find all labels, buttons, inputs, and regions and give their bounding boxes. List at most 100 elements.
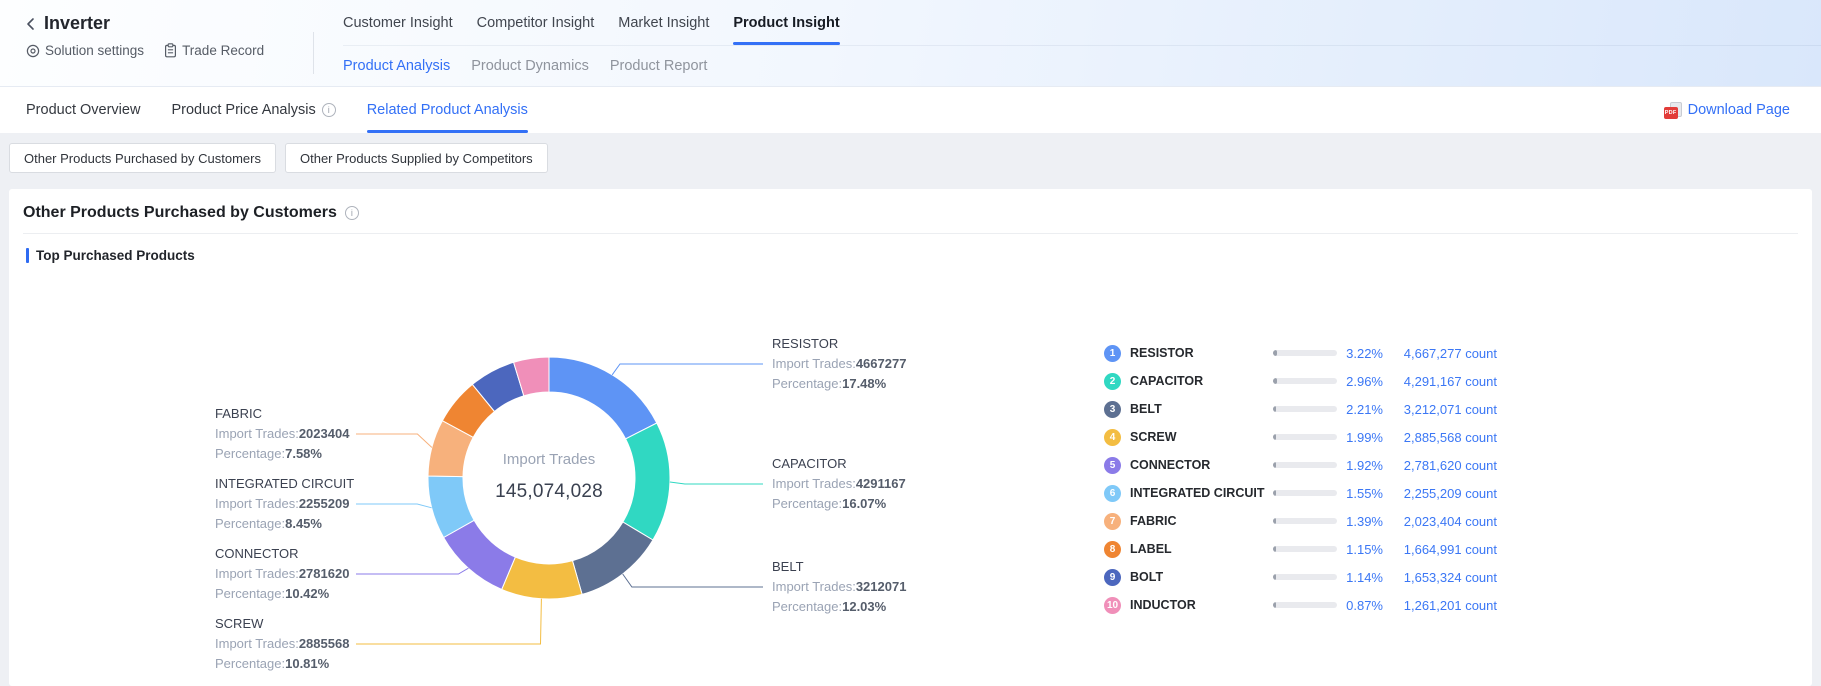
header-divider xyxy=(313,32,314,74)
filter-button-other-products-purchased-by-customers[interactable]: Other Products Purchased by Customers xyxy=(9,143,276,173)
secondary-tab-related-product-analysis[interactable]: Related Product Analysis xyxy=(367,87,528,133)
ranking-row-label[interactable]: 8LABEL1.15%1,664,991 count xyxy=(1104,535,1497,563)
main-tab-label: Market Insight xyxy=(618,15,709,31)
ranking-row-resistor[interactable]: 1RESISTOR3.22%4,667,277 count xyxy=(1104,339,1497,367)
rank-badge: 8 xyxy=(1104,541,1121,558)
trade-record-button[interactable]: Trade Record xyxy=(164,43,264,58)
ranking-row-screw[interactable]: 4SCREW1.99%2,885,568 count xyxy=(1104,423,1497,451)
sub-tab-product-dynamics[interactable]: Product Dynamics xyxy=(471,58,589,74)
callout-label-connector: CONNECTORImport Trades:2781620Percentage… xyxy=(215,544,465,604)
donut-center-value: 145,074,028 xyxy=(449,481,649,503)
ranking-row-bolt[interactable]: 9BOLT1.14%1,653,324 count xyxy=(1104,563,1497,591)
ranking-row-belt[interactable]: 3BELT2.21%3,212,071 count xyxy=(1104,395,1497,423)
ranking-row-fabric[interactable]: 7FABRIC1.39%2,023,404 count xyxy=(1104,507,1497,535)
callout-import-trades: Import Trades:2255209 xyxy=(215,494,465,514)
clipboard-icon xyxy=(164,43,177,58)
trade-count: 2,255,209 count xyxy=(1383,486,1497,501)
product-name: FABRIC xyxy=(1130,514,1273,528)
callout-label-integrated-circuit: INTEGRATED CIRCUITImport Trades:2255209P… xyxy=(215,474,465,534)
callout-label-fabric: FABRICImport Trades:2023404Percentage:7.… xyxy=(215,404,465,464)
solution-settings-button[interactable]: Solution settings xyxy=(26,43,144,58)
donut-segment-resistor[interactable] xyxy=(549,357,657,439)
callout-product-name: CONNECTOR xyxy=(215,544,465,564)
ranking-row-inductor[interactable]: 10INDUCTOR0.87%1,261,201 count xyxy=(1104,591,1497,619)
page-title: Inverter xyxy=(44,13,110,34)
target-icon xyxy=(26,44,40,58)
filter-button-other-products-supplied-by-competitors[interactable]: Other Products Supplied by Competitors xyxy=(285,143,548,173)
secondary-tab-label: Product Overview xyxy=(26,102,140,118)
main-tab-label: Customer Insight xyxy=(343,15,453,31)
callout-percentage: Percentage:10.81% xyxy=(215,654,465,674)
secondary-tab-label: Related Product Analysis xyxy=(367,102,528,118)
ranking-row-integrated-circuit[interactable]: 6INTEGRATED CIRCUIT1.55%2,255,209 count xyxy=(1104,479,1497,507)
callout-percentage: Percentage:10.42% xyxy=(215,584,465,604)
share-bar-fill xyxy=(1273,350,1277,356)
secondary-tab-product-price-analysis[interactable]: Product Price Analysis i xyxy=(171,87,335,133)
ranking-row-connector[interactable]: 5CONNECTOR1.92%2,781,620 count xyxy=(1104,451,1497,479)
top-header: Inverter Solution settings Trade Record … xyxy=(0,0,1821,87)
callout-product-name: SCREW xyxy=(215,614,465,634)
rank-badge: 3 xyxy=(1104,401,1121,418)
trade-count: 1,653,324 count xyxy=(1383,570,1497,585)
callout-label-screw: SCREWImport Trades:2885568Percentage:10.… xyxy=(215,614,465,674)
share-percentage: 1.55% xyxy=(1337,486,1383,501)
info-icon[interactable]: i xyxy=(322,103,336,117)
trade-count: 2,023,404 count xyxy=(1383,514,1497,529)
main-tab-competitor-insight[interactable]: Competitor Insight xyxy=(477,0,595,45)
rank-badge: 1 xyxy=(1104,345,1121,362)
rank-badge: 5 xyxy=(1104,457,1121,474)
callout-import-trades: Import Trades:2023404 xyxy=(215,424,465,444)
share-bar xyxy=(1273,462,1337,468)
chevron-left-icon xyxy=(26,17,35,31)
main-tab-market-insight[interactable]: Market Insight xyxy=(618,0,709,45)
rank-badge: 4 xyxy=(1104,429,1121,446)
trade-count: 1,664,991 count xyxy=(1383,542,1497,557)
callout-import-trades: Import Trades:2885568 xyxy=(215,634,465,654)
share-percentage: 1.92% xyxy=(1337,458,1383,473)
ranking-list: 1RESISTOR3.22%4,667,277 count 2 CAPACITOR 2… xyxy=(1104,339,1497,619)
header-left: Inverter Solution settings Trade Record xyxy=(0,0,314,86)
main-tab-label: Competitor Insight xyxy=(477,15,595,31)
rank-badge: 9 xyxy=(1104,569,1121,586)
product-name: CAPACITOR xyxy=(1130,374,1273,388)
related-products-card: Other Products Purchased by Customers i … xyxy=(9,189,1812,686)
share-bar-fill xyxy=(1273,546,1276,552)
share-bar-fill xyxy=(1273,462,1276,468)
callout-line-belt xyxy=(623,574,763,587)
ranking-row-capacitor[interactable]: 2CAPACITOR2.96%4,291,167 count xyxy=(1104,367,1497,395)
sub-tab-product-analysis[interactable]: Product Analysis xyxy=(343,58,450,74)
rank-badge: 2 xyxy=(1104,373,1121,390)
back-button[interactable] xyxy=(26,17,35,31)
callout-import-trades: Import Trades:4667277 xyxy=(772,354,1022,374)
main-tab-customer-insight[interactable]: Customer Insight xyxy=(343,0,453,45)
callout-product-name: CAPACITOR xyxy=(772,454,1022,474)
trade-count: 4,667,277 count xyxy=(1383,346,1497,361)
solution-settings-label: Solution settings xyxy=(45,43,144,58)
donut-segment-screw[interactable] xyxy=(502,557,582,599)
share-bar xyxy=(1273,574,1337,580)
section-divider xyxy=(23,233,1798,234)
section-title: Other Products Purchased by Customers xyxy=(23,204,337,222)
pdf-icon: PDF xyxy=(1664,102,1682,119)
share-percentage: 1.14% xyxy=(1337,570,1383,585)
callout-percentage: Percentage:16.07% xyxy=(772,494,1022,514)
secondary-tab-product-overview[interactable]: Product Overview xyxy=(26,87,140,133)
section-info-icon[interactable]: i xyxy=(345,206,359,220)
share-percentage: 1.15% xyxy=(1337,542,1383,557)
download-page-link[interactable]: PDF Download Page xyxy=(1664,102,1790,119)
trade-count: 4,291,167 count xyxy=(1383,374,1497,389)
secondary-nav: Product Overview Product Price Analysis i R… xyxy=(0,87,1821,133)
callout-import-trades: Import Trades:4291167 xyxy=(772,474,1022,494)
share-bar xyxy=(1273,406,1337,412)
sub-tab-product-report[interactable]: Product Report xyxy=(610,58,708,74)
callout-line-resistor xyxy=(612,364,763,375)
share-bar-fill xyxy=(1273,602,1276,608)
donut-segment-belt[interactable] xyxy=(573,522,653,594)
main-tab-product-insight[interactable]: Product Insight xyxy=(733,0,839,45)
share-percentage: 0.87% xyxy=(1337,598,1383,613)
callout-percentage: Percentage:7.58% xyxy=(215,444,465,464)
secondary-tab-label: Product Price Analysis xyxy=(171,102,315,118)
callout-import-trades: Import Trades:2781620 xyxy=(215,564,465,584)
callout-product-name: RESISTOR xyxy=(772,334,1022,354)
share-bar xyxy=(1273,518,1337,524)
